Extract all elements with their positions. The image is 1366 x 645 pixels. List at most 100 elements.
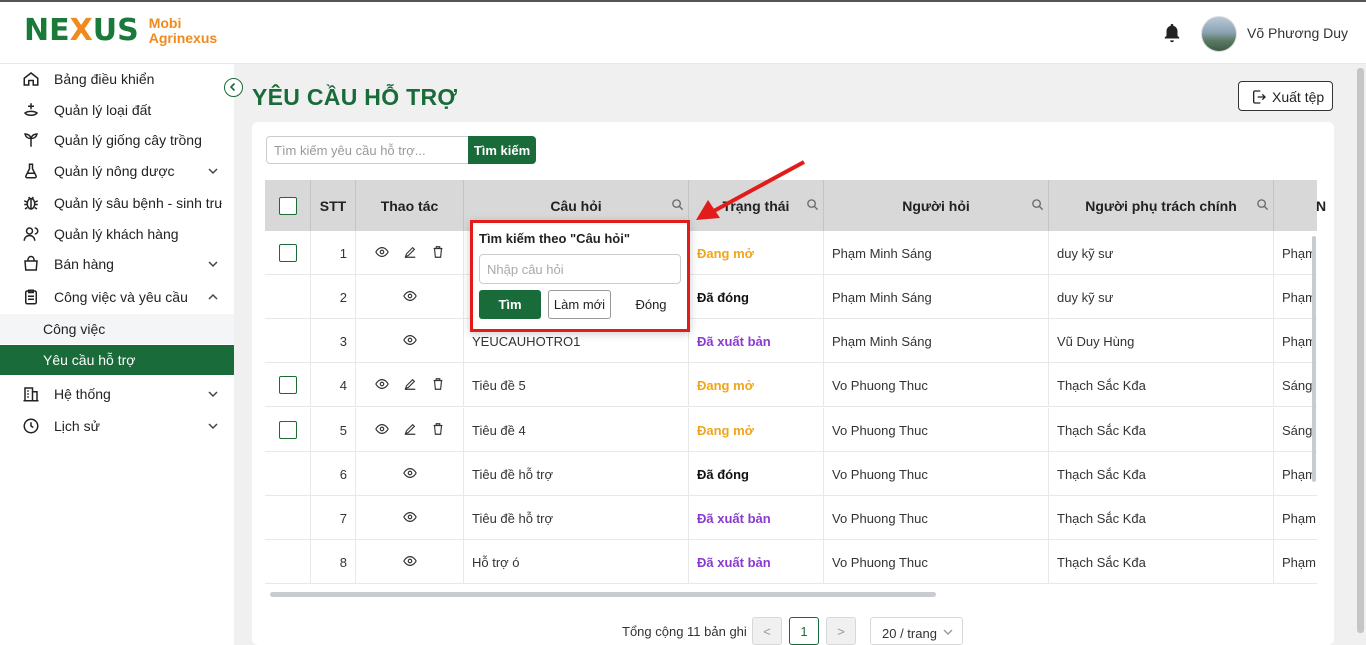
sidebar-item-pests[interactable]: Quản lý sâu bệnh - sinh trưởng — [0, 188, 234, 218]
status-cell: Đang mở — [689, 231, 824, 275]
sidebar-item-tasks-requests[interactable]: Công việc và yêu cầu — [0, 282, 234, 312]
status-badge: Đã đóng — [697, 290, 749, 305]
actions-cell — [356, 408, 464, 452]
status-cell: Đã xuất bản — [689, 319, 824, 363]
sidebar-collapse-button[interactable] — [224, 78, 243, 97]
extra-cell: Phạm — [1274, 496, 1317, 540]
select-cell — [265, 408, 311, 452]
bell-icon[interactable] — [1161, 22, 1183, 44]
table-row[interactable]: 4 Tiêu đề 5 Đang mở Vo Phuong Thuc Thạch Sắc… — [265, 363, 1317, 407]
stt-cell: 1 — [311, 231, 356, 275]
filter-find-button[interactable]: Tìm — [479, 290, 541, 319]
question-filter-popup: Tìm kiếm theo "Câu hỏi" Nhập câu hỏi Tìm… — [470, 220, 690, 332]
popup-title: Tìm kiếm theo "Câu hỏi" — [479, 231, 631, 246]
page-size-value: 20 / trang — [882, 626, 937, 641]
stt-cell: 7 — [311, 496, 356, 540]
row-asker: Phạm Minh Sáng — [832, 290, 932, 305]
row-owner: duy kỹ sư — [1057, 290, 1114, 305]
search-icon[interactable] — [1256, 198, 1269, 211]
edit-icon[interactable] — [403, 422, 417, 436]
sidebar-item-dashboard[interactable]: Bảng điều khiển — [0, 64, 234, 94]
table-row[interactable]: 1 Đang mở Phạm Minh Sáng duy kỹ sư Phạm — [265, 231, 1317, 275]
sidebar-item-crop-varieties[interactable]: Quản lý giống cây trồng — [0, 125, 234, 155]
view-icon[interactable] — [375, 245, 389, 259]
table-horizontal-scrollbar[interactable] — [270, 592, 936, 597]
table-row[interactable]: 7 Tiêu đề hỗ trợ Đã xuất bản Vo Phuong Thuc… — [265, 496, 1317, 540]
filter-close-button[interactable]: Đóng — [619, 290, 683, 319]
sidebar-item-label: Quản lý nông dược — [54, 163, 175, 179]
search-icon[interactable] — [1031, 198, 1044, 211]
view-icon[interactable] — [403, 510, 417, 524]
table-vertical-scrollbar[interactable] — [1312, 236, 1316, 482]
next-page-button[interactable]: > — [826, 617, 856, 645]
view-icon[interactable] — [403, 554, 417, 568]
row-question: Tiêu đề hỗ trợ — [472, 467, 554, 482]
view-icon[interactable] — [403, 466, 417, 480]
table-row[interactable]: 8 Hỗ trợ ó Đã xuất bản Vo Phuong Thuc Thạch … — [265, 540, 1317, 584]
table-row[interactable]: 5 Tiêu đề 4 Đang mở Vo Phuong Thuc Thạch Sắc… — [265, 408, 1317, 452]
row-checkbox[interactable] — [279, 376, 297, 394]
view-icon[interactable] — [403, 333, 417, 347]
edit-icon[interactable] — [403, 377, 417, 391]
question-filter-input[interactable]: Nhập câu hỏi — [479, 254, 681, 284]
avatar[interactable] — [1201, 16, 1237, 52]
search-icon[interactable] — [671, 198, 684, 211]
asker-cell: Vo Phuong Thuc — [824, 540, 1049, 584]
status-badge: Đang mở — [697, 246, 754, 261]
sidebar-item-pesticides[interactable]: Quản lý nông dược — [0, 156, 234, 186]
export-button[interactable]: Xuất tệp — [1238, 81, 1333, 111]
export-label: Xuất tệp — [1272, 89, 1325, 105]
sidebar-item-land[interactable]: Quản lý loại đất — [0, 95, 234, 125]
table-row[interactable]: 3 YEUCAUHOTRO1 Đã xuất bản Phạm Minh Sáng Vũ… — [265, 319, 1317, 363]
row-checkbox[interactable] — [279, 244, 297, 262]
row-extra: Phạm — [1282, 334, 1316, 349]
view-icon[interactable] — [375, 377, 389, 391]
edit-icon[interactable] — [403, 245, 417, 259]
clipboard-icon — [25, 289, 37, 305]
delete-icon[interactable] — [431, 245, 445, 259]
owner-cell: Thạch Sắc Kđa — [1049, 540, 1274, 584]
search-button[interactable]: Tìm kiếm — [468, 136, 536, 164]
sidebar-subitem-support-requests[interactable]: Yêu cầu hỗ trợ — [0, 345, 234, 375]
sidebar-subitem-label: Công việc — [43, 321, 106, 337]
owner-cell: Thạch Sắc Kđa — [1049, 496, 1274, 540]
page-size-select[interactable]: 20 / trang — [870, 617, 963, 645]
app-logo[interactable]: NEXUS Mobi Agrinexus — [24, 14, 217, 48]
row-question: Hỗ trợ ó — [472, 555, 520, 570]
prev-page-button[interactable]: < — [752, 617, 782, 645]
row-asker: Vo Phuong Thuc — [832, 423, 928, 438]
header-label: Người hỏi — [902, 198, 970, 214]
stt-cell: 6 — [311, 452, 356, 496]
actions-cell — [356, 363, 464, 407]
row-owner: Thạch Sắc Kđa — [1057, 423, 1146, 438]
row-checkbox[interactable] — [279, 421, 297, 439]
table-row[interactable]: 2 Đã đóng Phạm Minh Sáng duy kỹ sư Phạm — [265, 275, 1317, 319]
sidebar-item-sales[interactable]: Bán hàng — [0, 249, 234, 279]
user-name[interactable]: Võ Phương Duy — [1247, 25, 1348, 41]
select-all-checkbox[interactable] — [279, 197, 297, 215]
sidebar-subitem-tasks[interactable]: Công việc — [0, 314, 234, 344]
actions-cell — [356, 231, 464, 275]
row-asker: Vo Phuong Thuc — [832, 467, 928, 482]
delete-icon[interactable] — [431, 377, 445, 391]
asker-cell: Vo Phuong Thuc — [824, 363, 1049, 407]
sidebar-item-history[interactable]: Lịch sử — [0, 411, 234, 441]
asker-cell: Vo Phuong Thuc — [824, 496, 1049, 540]
sidebar-item-system[interactable]: Hệ thống — [0, 379, 234, 409]
table-row[interactable]: 6 Tiêu đề hỗ trợ Đã đóng Vo Phuong Thuc Thạc… — [265, 452, 1317, 496]
stt-cell: 3 — [311, 319, 356, 363]
view-icon[interactable] — [375, 422, 389, 436]
view-icon[interactable] — [403, 289, 417, 303]
filter-reset-button[interactable]: Làm mới — [548, 290, 611, 319]
stt-cell: 4 — [311, 363, 356, 407]
page-1-button[interactable]: 1 — [789, 617, 819, 645]
row-owner: Vũ Duy Hùng — [1057, 334, 1135, 349]
delete-icon[interactable] — [431, 422, 445, 436]
search-input[interactable]: Tìm kiếm yêu cầu hỗ trợ... — [266, 136, 469, 164]
row-extra: Phạm — [1282, 290, 1316, 305]
header-label: Thao tác — [380, 198, 439, 214]
sidebar-item-customers[interactable]: Quản lý khách hàng — [0, 219, 234, 249]
status-badge: Đang mở — [697, 423, 754, 438]
page-scrollbar[interactable] — [1357, 68, 1364, 633]
sidebar-item-label: Công việc và yêu cầu — [54, 289, 188, 305]
